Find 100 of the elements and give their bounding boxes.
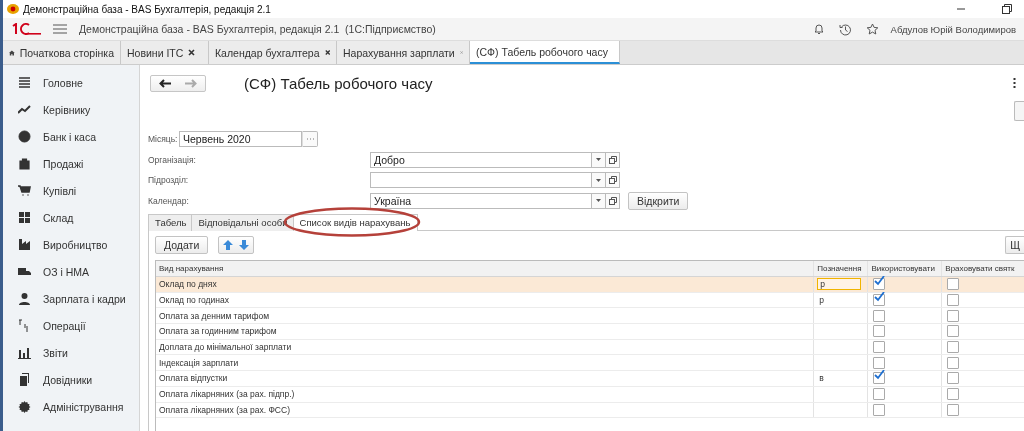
table-cell-text: в (818, 373, 825, 384)
window-title: Демонстраційна база - BAS Бухгалтерія, редакція 2.1 (23, 3, 271, 15)
table-row[interactable]: Оплата за денним тарифом (156, 308, 1024, 325)
table-cell-text: р (818, 295, 825, 306)
back-arrow-icon[interactable] (159, 78, 171, 88)
add-button[interactable]: Додати (155, 235, 209, 254)
checkbox[interactable] (947, 309, 960, 322)
checkbox[interactable] (947, 372, 960, 385)
sidebar-item[interactable]: Зарплата і кадри (3, 285, 139, 312)
checkbox[interactable] (873, 278, 886, 291)
checkbox[interactable] (947, 403, 960, 416)
table-row[interactable]: Оплата відпустки в (156, 371, 1024, 387)
checkbox[interactable] (873, 388, 886, 401)
table-row[interactable]: Оплата за годинним тарифом (156, 324, 1024, 340)
column-header[interactable]: Вид нарахування (156, 261, 814, 276)
sidebar-item[interactable]: Адміністрування (3, 393, 139, 420)
page-tab[interactable]: Початкова сторінка (3, 41, 121, 64)
checkbox[interactable] (947, 341, 960, 354)
table-row[interactable]: Індексація зарплати (156, 355, 1024, 372)
more-icon[interactable] (1013, 78, 1016, 88)
table-cell-text: Оклад по днях (158, 278, 218, 292)
open-button[interactable] (606, 172, 620, 189)
checkbox[interactable] (873, 403, 886, 416)
move-up-icon[interactable] (223, 239, 234, 250)
sidebar-item[interactable]: Склад (3, 204, 139, 231)
checkbox[interactable] (947, 294, 960, 307)
checkbox[interactable] (947, 278, 960, 291)
trend-icon (18, 103, 31, 116)
field-label: Підрозділ: (148, 175, 190, 186)
month-field[interactable]: Червень 2020 (179, 131, 302, 148)
coin-icon (18, 130, 31, 143)
page-tab[interactable]: Календар бухгалтера (209, 41, 337, 64)
bars-icon (18, 346, 31, 359)
checkbox[interactable] (947, 388, 960, 401)
checkbox[interactable] (873, 309, 886, 322)
checkbox[interactable] (873, 294, 886, 307)
table-cell-text: Оплата за годинним тарифом (158, 325, 278, 339)
cut-off-button[interactable]: Щ (1005, 235, 1024, 254)
field-label: Календар: (148, 195, 190, 206)
logo-icon (11, 23, 41, 35)
star-icon[interactable] (865, 22, 879, 36)
user-name[interactable]: Абдулов Юрій Володимиров (890, 23, 1016, 35)
table-row[interactable]: Оклад по годинах р (156, 292, 1024, 309)
ellipsis-icon (306, 138, 314, 141)
table-cell-text: Індексація зарплати (158, 356, 240, 370)
dropdown-button[interactable] (592, 192, 606, 209)
sidebar-item[interactable]: Виробництво (3, 231, 139, 258)
sidebar-item[interactable]: Банк і каса (3, 123, 139, 150)
person-icon (18, 292, 31, 305)
page-tab[interactable]: Нарахування зарплати (337, 41, 470, 64)
sidebar-item[interactable]: Операції (3, 312, 139, 339)
sidebar-item[interactable]: Довідники (3, 366, 139, 393)
close-icon[interactable] (324, 49, 330, 56)
select-button[interactable] (302, 131, 318, 148)
bell-icon[interactable] (812, 23, 825, 35)
input-field[interactable] (370, 172, 592, 189)
menu-icon[interactable] (53, 24, 67, 34)
form-tab[interactable]: Список видів нарахувань (292, 214, 418, 231)
sidebar-item[interactable]: Керівнику (3, 96, 139, 123)
column-header[interactable]: Враховувати святк (941, 261, 1024, 276)
sidebar-item[interactable]: Звіти (3, 339, 139, 366)
table-row[interactable]: Оплата лікарняних (за рах. підпр.) (156, 386, 1024, 403)
form-tab[interactable]: Табель (148, 214, 194, 231)
table-cell-text: Оклад по годинах (158, 294, 230, 308)
open-button[interactable] (606, 151, 620, 168)
dropdown-button[interactable] (592, 151, 606, 168)
table-cell: р (817, 278, 862, 291)
checkbox[interactable] (873, 341, 886, 354)
sidebar-item[interactable]: Головне (3, 69, 139, 96)
open-button[interactable] (606, 192, 620, 209)
sidebar-item[interactable]: Купівлі (3, 177, 139, 204)
table-row[interactable]: Оклад по днях р (156, 277, 1024, 293)
open-window-icon (608, 155, 617, 164)
caret-icon (596, 199, 601, 203)
move-down-icon[interactable] (239, 239, 250, 250)
dropdown-button[interactable] (592, 172, 606, 189)
checkbox[interactable] (947, 325, 960, 338)
history-icon[interactable] (838, 22, 852, 36)
checkbox[interactable] (947, 356, 960, 369)
checkbox[interactable] (873, 372, 886, 385)
input-field[interactable]: Україна (370, 192, 592, 209)
column-header[interactable]: Використовувати (867, 261, 942, 276)
sidebar-item[interactable]: Продажі (3, 150, 139, 177)
navigation-buttons[interactable] (150, 74, 206, 92)
open-calendar-button[interactable]: Відкрити (628, 191, 689, 210)
table-row[interactable]: Оплата лікарняних (за рах. ФСС) (156, 402, 1024, 419)
column-header[interactable]: Позначення (813, 261, 868, 276)
input-field[interactable]: Добро (370, 151, 592, 168)
gear-icon (18, 400, 31, 413)
page-tab[interactable]: Новини ІТС (121, 41, 209, 64)
checkbox[interactable] (873, 325, 886, 338)
restore-icon[interactable] (1002, 4, 1012, 14)
page-tab[interactable]: (СФ) Табель робочого часу (470, 41, 620, 64)
close-icon[interactable] (188, 49, 196, 56)
sidebar-item[interactable]: ОЗ і НМА (3, 258, 139, 285)
forward-arrow-icon[interactable] (185, 78, 197, 88)
cut-off-button[interactable] (1014, 101, 1024, 121)
table-row[interactable]: Доплата до мінімальної зарплати (156, 339, 1024, 356)
app-title: Демонстраційна база - BAS Бухгалтерія, редакція 2.1 (1С:Підприємство) (79, 23, 436, 35)
checkbox[interactable] (873, 356, 886, 369)
